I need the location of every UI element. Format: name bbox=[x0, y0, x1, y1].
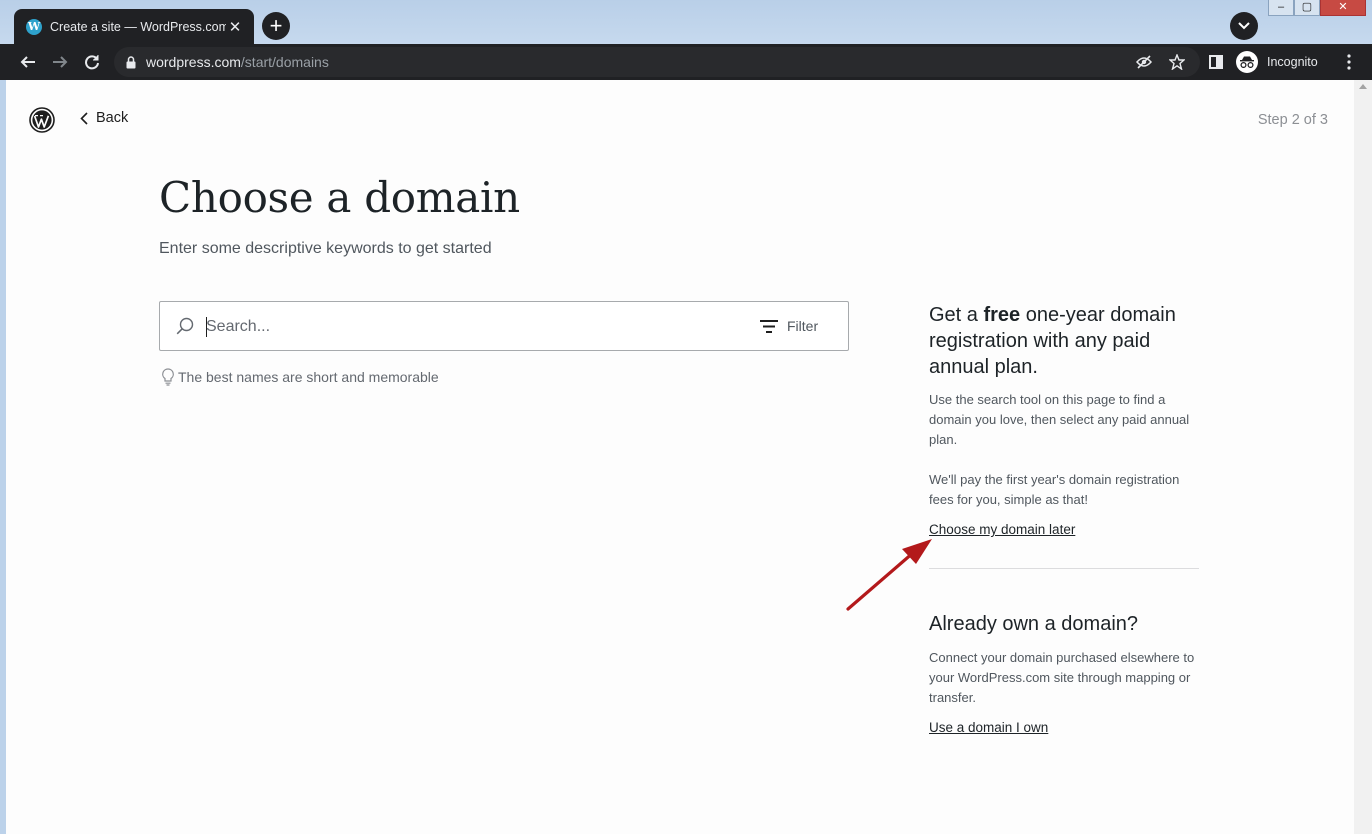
kebab-menu-icon bbox=[1347, 54, 1351, 70]
wordpress-favicon-icon: W bbox=[26, 18, 42, 35]
domain-search-input[interactable] bbox=[206, 313, 726, 341]
forward-nav-button[interactable] bbox=[48, 51, 72, 73]
arrow-left-icon bbox=[20, 56, 35, 68]
wordpress-logo-icon[interactable] bbox=[29, 107, 55, 133]
browser-tabstrip: W Create a site — WordPress.com ✕ + – ▢ … bbox=[0, 0, 1372, 44]
filter-label: Filter bbox=[787, 318, 819, 334]
domain-info-sidebar: Get a free one-year domain registration … bbox=[929, 302, 1199, 737]
back-label: Back bbox=[96, 110, 129, 126]
step-indicator: Step 2 of 3 bbox=[1257, 112, 1328, 128]
incognito-icon bbox=[1236, 51, 1258, 73]
browser-menu-button[interactable] bbox=[1337, 51, 1361, 73]
tab-title: Create a site — WordPress.com bbox=[50, 19, 226, 34]
back-nav-button[interactable] bbox=[16, 51, 40, 73]
eye-slash-icon[interactable] bbox=[1136, 55, 1152, 69]
back-link[interactable]: Back bbox=[80, 110, 128, 126]
annotation-arrow-icon bbox=[846, 539, 932, 611]
window-controls: – ▢ ✕ bbox=[1268, 0, 1366, 16]
scroll-up-arrow-icon[interactable] bbox=[1359, 84, 1367, 89]
chevron-down-icon bbox=[1238, 22, 1250, 30]
free-domain-promo-title: Get a free one-year domain registration … bbox=[929, 304, 1176, 378]
own-domain-title: Already own a domain? bbox=[929, 613, 1139, 635]
side-panel-button[interactable] bbox=[1204, 51, 1228, 73]
incognito-label: Incognito bbox=[1267, 55, 1318, 69]
address-bar[interactable]: wordpress.com/start/domains bbox=[114, 47, 1200, 77]
url-host: wordpress.com bbox=[146, 54, 241, 70]
star-bookmark-icon[interactable] bbox=[1169, 54, 1185, 70]
reload-icon bbox=[85, 55, 99, 70]
filter-icon bbox=[760, 319, 778, 333]
url-path: /start/domains bbox=[240, 54, 329, 70]
search-icon bbox=[176, 317, 194, 335]
chevron-left-icon bbox=[80, 111, 88, 125]
lock-icon bbox=[126, 55, 136, 68]
search-hint: The best names are short and memorable bbox=[161, 368, 439, 386]
promo-paragraph-1: Use the search tool on this page to find… bbox=[929, 392, 1190, 447]
promo-paragraph-2: We'll pay the first year's domain regist… bbox=[929, 472, 1180, 507]
domain-search-box[interactable]: Filter bbox=[159, 301, 849, 351]
reload-button[interactable] bbox=[80, 51, 104, 73]
page-scrollbar[interactable] bbox=[1354, 80, 1372, 834]
arrow-right-icon bbox=[53, 56, 68, 68]
sidebar-divider bbox=[929, 568, 1199, 569]
page-viewport: Back Step 2 of 3 Choose a domain Enter s… bbox=[6, 80, 1354, 834]
use-own-domain-link[interactable]: Use a domain I own bbox=[929, 720, 1048, 735]
incognito-profile-button[interactable]: Incognito bbox=[1236, 49, 1318, 75]
filter-button[interactable]: Filter bbox=[760, 318, 818, 334]
maximize-button[interactable]: ▢ bbox=[1294, 0, 1320, 16]
tab-close-icon[interactable]: ✕ bbox=[226, 18, 244, 36]
new-tab-button[interactable]: + bbox=[262, 12, 290, 40]
lightbulb-icon bbox=[162, 368, 174, 386]
tab-search-button[interactable] bbox=[1230, 12, 1258, 40]
window-close-button[interactable]: ✕ bbox=[1320, 0, 1366, 16]
browser-toolbar: wordpress.com/start/domains Incognito bbox=[0, 44, 1372, 80]
browser-tab-active[interactable]: W Create a site — WordPress.com ✕ bbox=[14, 9, 254, 44]
side-panel-icon bbox=[1209, 55, 1223, 69]
own-domain-paragraph: Connect your domain purchased elsewhere … bbox=[929, 650, 1195, 705]
minimize-button[interactable]: – bbox=[1268, 0, 1294, 16]
hint-text: The best names are short and memorable bbox=[178, 369, 439, 385]
page-subtitle: Enter some descriptive keywords to get s… bbox=[159, 240, 492, 257]
choose-domain-later-link[interactable]: Choose my domain later bbox=[929, 522, 1075, 537]
page-title: Choose a domain bbox=[159, 173, 520, 222]
